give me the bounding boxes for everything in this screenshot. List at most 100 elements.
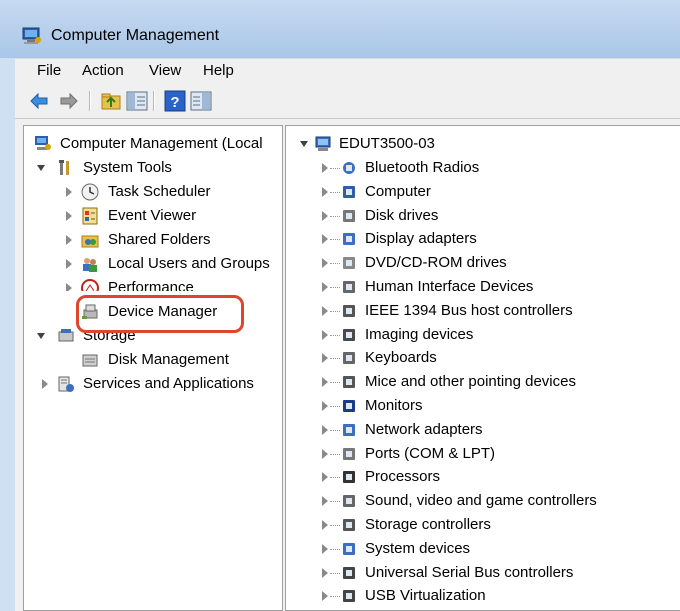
device-category-label: Processors [365, 468, 441, 486]
tree-item-label: Computer Management (Local [60, 135, 263, 152]
tree-connector [330, 596, 340, 598]
device-category-storage-controllers[interactable]: Storage controllers [286, 514, 680, 536]
tree-item-performance[interactable]: Performance [24, 277, 282, 291]
tree-item-label: Performance [108, 279, 194, 291]
up-folder-icon[interactable] [100, 90, 122, 112]
device-category-imaging-devices[interactable]: Imaging devices [286, 324, 680, 346]
expand-arrow-icon[interactable] [322, 591, 328, 602]
expand-arrow-icon[interactable] [322, 472, 328, 483]
tree-item-label: Services and Applications [83, 375, 254, 392]
tree-item-event-viewer[interactable]: Event Viewer [24, 205, 282, 227]
navigation-tree-pane[interactable]: Computer Management (Local System Tools … [23, 125, 283, 611]
menu-action[interactable]: Action [82, 62, 124, 79]
device-category-mice-and-other-pointing-devices[interactable]: Mice and other pointing devices [286, 371, 680, 393]
expand-arrow-icon[interactable] [322, 401, 328, 411]
device-category-network-adapters[interactable]: Network adapters [286, 419, 680, 441]
tree-item-disk-management[interactable]: Disk Management [24, 349, 282, 371]
device-category-dvd-cd-rom-drives[interactable]: DVD/CD-ROM drives [286, 252, 680, 274]
device-category-bluetooth-radios[interactable]: Bluetooth Radios [286, 157, 680, 179]
expand-arrow-icon[interactable] [322, 567, 328, 578]
expand-arrow-icon[interactable] [66, 259, 72, 269]
expand-arrow-icon[interactable] [322, 186, 328, 197]
expand-arrow-icon[interactable] [322, 448, 328, 459]
device-category-processors[interactable]: Processors [286, 466, 680, 488]
device-category-human-interface-devices[interactable]: Human Interface Devices [286, 276, 680, 298]
expand-arrow-icon[interactable] [66, 187, 72, 197]
tree-item-shared-folders[interactable]: Shared Folders [24, 229, 282, 251]
properties-pane-icon[interactable] [190, 90, 212, 112]
expand-arrow-icon[interactable] [322, 377, 328, 388]
bluetooth-icon [343, 162, 355, 174]
help-icon[interactable]: ? [164, 90, 186, 112]
expand-arrow-icon[interactable] [322, 543, 328, 554]
system-devices-icon [343, 542, 355, 555]
expand-arrow-icon[interactable] [322, 520, 328, 530]
device-category-label: Mice and other pointing devices [365, 373, 576, 391]
menu-view[interactable]: View [149, 62, 181, 79]
expand-arrow-icon[interactable] [322, 496, 328, 507]
device-category-sound-video-and-game-controllers[interactable]: Sound, video and game controllers [286, 490, 680, 512]
expand-arrow-icon[interactable] [322, 305, 328, 316]
tree-connector [330, 358, 340, 360]
device-category-label: IEEE 1394 Bus host controllers [365, 301, 573, 319]
tree-item-root[interactable]: Computer Management (Local [24, 133, 282, 155]
tree-connector [330, 263, 340, 265]
tree-item-system-tools[interactable]: System Tools [24, 157, 282, 179]
menu-file[interactable]: File [37, 62, 61, 79]
tree-connector [330, 191, 340, 193]
device-category-universal-serial-bus-controllers[interactable]: Universal Serial Bus controllers [286, 562, 680, 584]
processor-icon [343, 471, 355, 484]
expand-arrow-icon[interactable] [322, 424, 328, 435]
device-category-disk-drives[interactable]: Disk drives [286, 205, 680, 227]
device-category-system-devices[interactable]: System devices [286, 538, 680, 560]
expand-arrow-icon[interactable] [322, 282, 328, 292]
port-icon [343, 447, 355, 460]
expand-arrow-icon[interactable] [322, 353, 328, 364]
device-category-label: DVD/CD-ROM drives [365, 254, 507, 272]
tree-item-local-users[interactable]: Local Users and Groups [24, 253, 282, 275]
device-category-computer[interactable]: Computer [286, 181, 680, 203]
tree-item-label: Local Users and Groups [108, 255, 270, 272]
collapse-arrow-icon[interactable] [300, 141, 308, 147]
device-category-label: Network adapters [365, 420, 483, 438]
expand-arrow-icon[interactable] [322, 163, 328, 173]
collapse-arrow-icon[interactable] [37, 333, 45, 339]
device-tree-root[interactable]: EDUT3500-03 [286, 133, 680, 155]
device-category-ieee-1394-bus-host-controllers[interactable]: IEEE 1394 Bus host controllers [286, 300, 680, 322]
usb-virtualization-icon [343, 590, 355, 603]
tree-item-task-scheduler[interactable]: Task Scheduler [24, 181, 282, 203]
expand-arrow-icon[interactable] [66, 235, 72, 245]
performance-icon [81, 279, 99, 291]
expand-arrow-icon[interactable] [322, 329, 328, 340]
device-category-label: Keyboards [365, 349, 437, 367]
tree-item-services[interactable]: Services and Applications [24, 373, 282, 395]
hid-icon [343, 281, 355, 293]
device-category-monitors[interactable]: Monitors [286, 395, 680, 417]
device-tree-pane[interactable]: EDUT3500-03 Bluetooth Radios Computer Disk… [285, 125, 680, 611]
expand-arrow-icon[interactable] [322, 258, 328, 269]
expand-arrow-icon[interactable] [322, 234, 328, 245]
computer-icon [343, 185, 355, 198]
device-category-keyboards[interactable]: Keyboards [286, 347, 680, 369]
expand-arrow-icon[interactable] [66, 283, 72, 291]
tree-connector [330, 453, 340, 455]
menu-help[interactable]: Help [203, 62, 234, 79]
show-hide-tree-icon[interactable] [126, 90, 148, 112]
collapse-arrow-icon[interactable] [37, 165, 45, 171]
tree-connector [330, 548, 340, 550]
expand-arrow-icon[interactable] [66, 211, 72, 221]
device-category-usb-virtualization[interactable]: USB Virtualization [286, 585, 680, 607]
device-category-label: Ports (COM & LPT) [365, 444, 496, 462]
title-bar[interactable]: Computer Management [0, 0, 680, 58]
expand-arrow-icon[interactable] [42, 379, 48, 389]
device-category-display-adapters[interactable]: Display adapters [286, 228, 680, 250]
device-category-label: Monitors [365, 397, 423, 414]
forward-arrow-icon[interactable] [58, 90, 80, 112]
device-category-label: Human Interface Devices [365, 278, 534, 295]
device-category-label: Computer [365, 182, 431, 200]
tree-connector [330, 382, 340, 384]
expand-arrow-icon[interactable] [322, 210, 328, 221]
device-category-ports-com-lpt[interactable]: Ports (COM & LPT) [286, 443, 680, 465]
tree-item-label: Task Scheduler [108, 183, 211, 200]
back-arrow-icon[interactable] [28, 90, 50, 112]
